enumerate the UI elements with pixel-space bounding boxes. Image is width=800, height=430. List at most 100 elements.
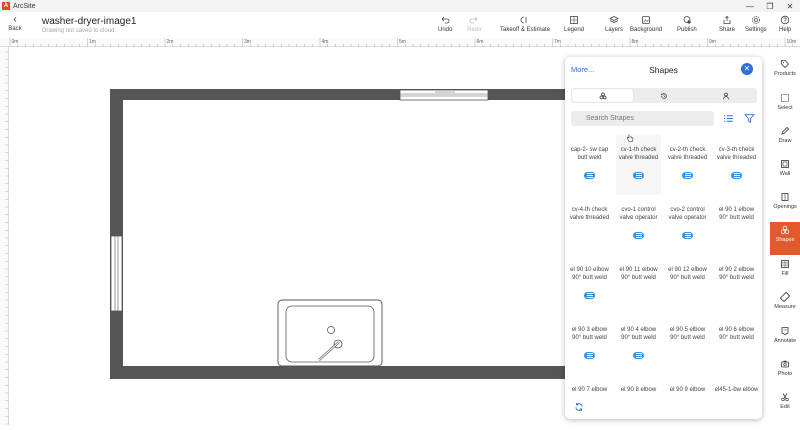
ruler-label: 7m <box>554 39 561 45</box>
share-button[interactable]: Share <box>719 15 735 33</box>
arcsite-logo-icon: A <box>2 2 10 10</box>
shape-detail-badge-icon[interactable] <box>682 172 693 179</box>
legend-button[interactable]: Legend <box>564 15 584 33</box>
tab-recent-shapes[interactable] <box>633 89 694 102</box>
rail-openings-label: Openings <box>773 204 797 210</box>
sink-shape[interactable] <box>277 299 383 367</box>
shape-detail-badge-icon[interactable] <box>682 232 693 239</box>
minimize-button[interactable]: — <box>740 0 760 12</box>
tab-my-shapes[interactable] <box>695 89 756 102</box>
fill-grid-icon <box>781 260 789 268</box>
publish-label: Publish <box>677 27 697 33</box>
shape-item-label: el 90 7 elbow <box>571 387 608 393</box>
shape-item[interactable]: el 90 7 elbow <box>567 375 612 397</box>
shape-item[interactable]: cv-1-th check valve threaded <box>616 135 661 195</box>
shape-item[interactable]: el 90 8 elbow <box>616 375 661 397</box>
publish-button[interactable]: Publish <box>677 15 697 33</box>
shape-item[interactable]: el 90 5 elbow 90° butt weld <box>665 315 710 375</box>
shape-item-label: el 90 6 elbow 90° butt weld <box>718 327 755 341</box>
panel-title: Shapes <box>649 65 678 75</box>
undo-button[interactable]: Undo <box>438 15 452 33</box>
shape-item[interactable]: el 90 3 elbow 90° butt weld <box>567 315 612 375</box>
select-marquee-icon <box>781 94 789 102</box>
chevron-left-icon: ‹ <box>13 14 17 25</box>
left-ruler <box>0 47 9 425</box>
shape-item[interactable]: el 90 9 elbow <box>665 375 710 397</box>
rail-photo-label: Photo <box>777 371 793 377</box>
rail-products[interactable]: Products <box>770 56 800 89</box>
list-view-icon[interactable] <box>723 113 734 124</box>
rail-edit[interactable]: Edit <box>770 389 800 422</box>
shape-item[interactable]: el 90 10 elbow 90° butt weld <box>567 255 612 315</box>
close-panel-button[interactable]: ✕ <box>741 63 753 75</box>
annotate-icon <box>781 327 789 335</box>
legend-label: Legend <box>564 27 585 33</box>
shape-item[interactable]: cap-2- sw cap butt weld <box>567 135 612 195</box>
back-button[interactable]: ‹ Back <box>5 14 25 32</box>
shape-item[interactable]: el 90 1 elbow 90° butt weld <box>714 195 759 255</box>
tab-all-shapes[interactable] <box>572 89 633 102</box>
scissors-icon <box>781 393 789 402</box>
rail-measure[interactable]: Measure <box>770 289 800 322</box>
shape-item[interactable]: cvo-1 control valve operator <box>616 195 661 255</box>
shape-item[interactable]: cvo-2 control valve operator <box>665 195 710 255</box>
redo-button[interactable]: Redo <box>467 15 481 33</box>
shape-item[interactable]: el 90 6 elbow 90° butt weld <box>714 315 759 375</box>
shape-item-label: cv-2-th check valve threaded <box>667 147 708 161</box>
shape-detail-badge-icon[interactable] <box>633 352 644 359</box>
rail-openings[interactable]: Openings <box>770 189 800 222</box>
shape-item-highlight <box>616 135 661 195</box>
shape-item[interactable]: el 90 4 elbow 90° butt weld <box>616 315 661 375</box>
shape-item-label: cv-1-th check valve threaded <box>618 147 659 161</box>
shape-detail-badge-icon[interactable] <box>633 232 644 239</box>
rail-annotate[interactable]: Annotate <box>770 323 800 356</box>
top-toolbar: ‹ Back washer-dryer-image1 Drawing not s… <box>0 12 800 38</box>
window-top[interactable] <box>399 89 489 101</box>
shape-item[interactable]: cv-3-th check valve threaded <box>714 135 759 195</box>
window-title-bar: A ArcSite — ❐ ✕ <box>0 0 800 12</box>
shape-item[interactable]: el 90 2 elbow 90° butt weld <box>714 255 759 315</box>
tag-icon <box>781 60 790 69</box>
shape-item-label: el 90 9 elbow <box>669 387 706 393</box>
app-name: ArcSite <box>13 2 36 10</box>
takeoff-estimate-button[interactable]: Takeoff & Estimate <box>500 15 550 33</box>
background-button[interactable]: Background <box>630 15 662 33</box>
shape-detail-badge-icon[interactable] <box>731 172 742 179</box>
shape-item[interactable]: cv-2-th check valve threaded <box>665 135 710 195</box>
shape-item-label: el 90 11 elbow 90° butt weld <box>619 267 658 281</box>
ruler-label: 3m <box>244 39 251 45</box>
shape-detail-badge-icon[interactable] <box>584 292 595 299</box>
filter-icon[interactable] <box>744 113 755 124</box>
shape-item[interactable]: el45-1-bw elbow <box>714 375 759 397</box>
close-window-button[interactable]: ✕ <box>780 0 800 12</box>
ruler-icon <box>780 292 790 302</box>
rail-wall[interactable]: Wall <box>770 156 800 189</box>
shape-item-label: cvo-2 control valve operator <box>668 207 707 221</box>
maximize-button[interactable]: ❐ <box>760 0 780 12</box>
rail-wall-label: Wall <box>779 171 791 177</box>
door-icon <box>781 193 789 201</box>
rail-photo[interactable]: Photo <box>770 356 800 389</box>
shape-detail-badge-icon[interactable] <box>584 352 595 359</box>
rail-draw[interactable]: Draw <box>770 123 800 156</box>
settings-button[interactable]: Settings <box>745 15 767 33</box>
rail-select[interactable]: Select <box>770 90 800 123</box>
refresh-icon[interactable] <box>574 402 584 412</box>
help-button[interactable]: Help <box>779 15 791 33</box>
shape-item-label: el 90 4 elbow 90° butt weld <box>620 327 657 341</box>
shape-item[interactable]: el 90 11 elbow 90° butt weld <box>616 255 661 315</box>
ruler-label: 0m <box>12 39 19 45</box>
search-shapes-input[interactable] <box>571 111 714 126</box>
window-left[interactable] <box>110 235 123 312</box>
shape-item[interactable]: el 90 12 elbow 90° butt weld <box>665 255 710 315</box>
rail-shapes[interactable]: Shapes <box>770 222 800 255</box>
shape-item-label: cap-2- sw cap butt weld <box>570 147 609 161</box>
rail-fill[interactable]: Fill <box>770 256 800 289</box>
shape-item[interactable]: cv-4-th check valve threaded <box>567 195 612 255</box>
layers-button[interactable]: Layers <box>605 15 623 33</box>
shape-detail-badge-icon[interactable] <box>584 172 595 179</box>
shape-detail-badge-icon[interactable] <box>633 172 644 179</box>
right-tool-rail: Products Select Draw Wall Openings Shape… <box>770 56 800 425</box>
drawing-title[interactable]: washer-dryer-image1 <box>42 16 136 27</box>
shape-item-label: cv-3-th check valve threaded <box>716 147 757 161</box>
